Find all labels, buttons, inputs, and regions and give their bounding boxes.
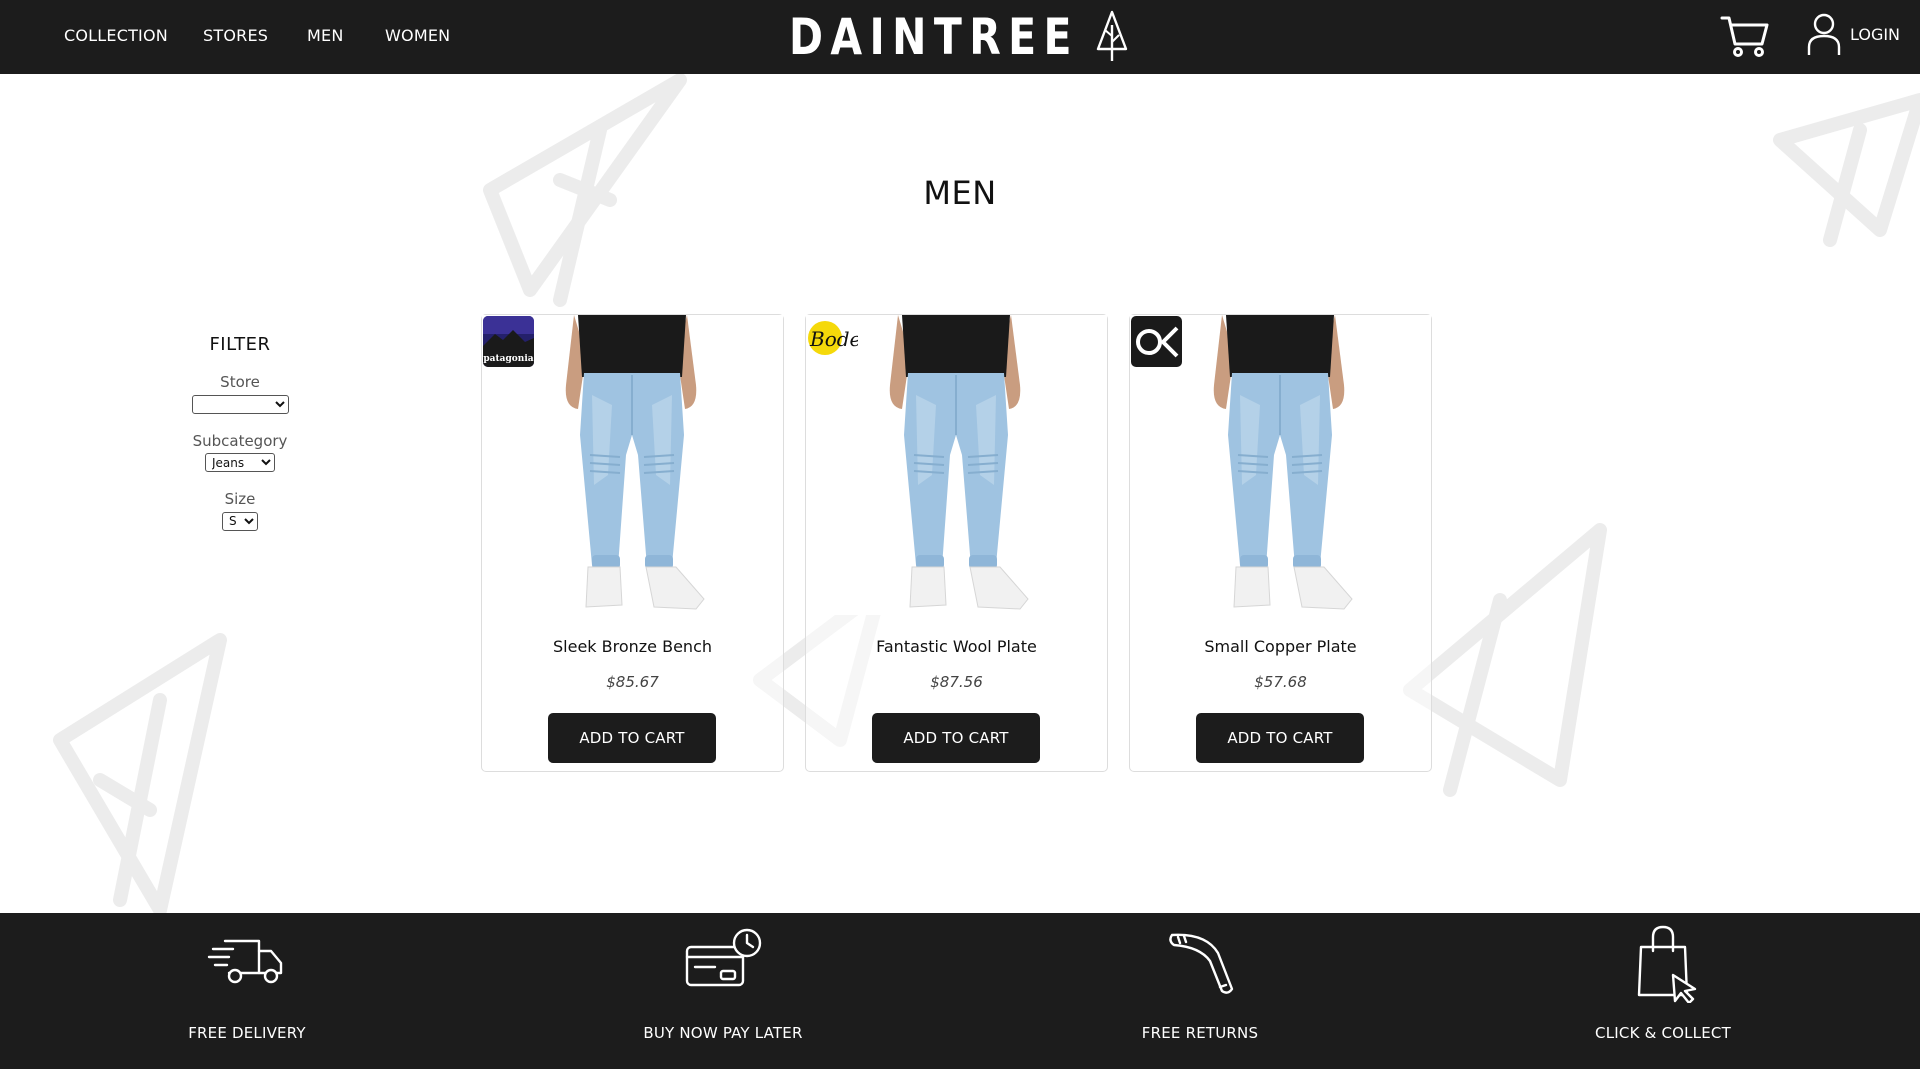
boomerang-icon	[1169, 933, 1234, 994]
svg-text:patagonia: patagonia	[483, 354, 533, 364]
user-icon	[1807, 13, 1841, 55]
product-price: $57.68	[1254, 673, 1307, 691]
size-filter-label: Size	[224, 490, 256, 508]
shopping-cart-icon	[1720, 16, 1769, 57]
perk-label: FREE RETURNS	[1141, 1024, 1259, 1042]
perk-label: FREE DELIVERY	[188, 1024, 306, 1042]
nav-link-collection[interactable]: COLLECTION	[64, 26, 168, 45]
perk-label: CLICK & COLLECT	[1595, 1024, 1731, 1042]
filter-title: FILTER	[209, 334, 271, 355]
perk-free-delivery: FREE DELIVERY	[97, 913, 397, 1069]
subcategory-filter: Subcategory Jeans	[160, 431, 320, 472]
product-name[interactable]: Small Copper Plate	[1130, 637, 1431, 656]
nav-link-men[interactable]: MEN	[307, 26, 343, 45]
delivery-truck-icon	[207, 939, 283, 984]
login-label: LOGIN	[1850, 24, 1901, 44]
add-to-cart-button[interactable]: ADD TO CART	[872, 713, 1040, 763]
add-to-cart-button[interactable]: ADD TO CART	[1196, 713, 1364, 763]
subcategory-filter-label: Subcategory	[192, 431, 288, 450]
brand-name: DAINTREE	[789, 8, 1079, 66]
store-select[interactable]	[191, 394, 289, 414]
product-card[interactable]: patagonia Sleek Bronze Bench $85.67 ADD …	[481, 314, 784, 772]
cart-button[interactable]	[1719, 10, 1771, 62]
brand-logo-ok: OK	[1131, 316, 1182, 367]
brand-logo-patagonia: patagonia	[483, 316, 534, 367]
perk-label: BUY NOW PAY LATER	[643, 1024, 803, 1042]
product-card[interactable]: OK Small Copper Plate $57.68 ADD TO CART	[1129, 314, 1432, 772]
store-filter-label: Store	[220, 373, 260, 391]
nav-link-women[interactable]: WOMEN	[385, 26, 450, 45]
shopping-bag-cursor-icon	[1637, 925, 1697, 1003]
top-navigation-bar: COLLECTION STORES MEN WOMEN DAINTREE LOG…	[0, 0, 1920, 74]
svg-text:Boden: Boden	[809, 327, 858, 351]
size-select[interactable]: S	[222, 511, 258, 531]
product-price: $87.56	[930, 673, 983, 691]
product-card[interactable]: Boden Fantastic Wool Plate $87.56 ADD TO…	[805, 314, 1108, 772]
add-to-cart-button[interactable]: ADD TO CART	[548, 713, 716, 763]
size-filter: Size S	[160, 490, 320, 531]
brand-logo[interactable]: DAINTREE	[789, 6, 1143, 68]
tree-logo-icon	[1096, 10, 1128, 61]
store-filter: Store	[160, 373, 320, 414]
product-name[interactable]: Fantastic Wool Plate	[806, 637, 1107, 656]
brand-logo-boden: Boden	[807, 316, 858, 367]
subcategory-select[interactable]: Jeans	[205, 453, 275, 472]
perk-click-and-collect: CLICK & COLLECT	[1513, 913, 1813, 1069]
login-button[interactable]: LOGIN	[1806, 11, 1900, 57]
page-title: MEN	[923, 174, 997, 212]
filter-panel: FILTER Store Subcategory Jeans Size S	[160, 334, 320, 531]
footer-perks-bar: FREE DELIVERY BUY NOW PAY LATER FREE RET	[0, 913, 1920, 1069]
nav-link-stores[interactable]: STORES	[203, 26, 268, 45]
product-price: $85.67	[606, 673, 659, 691]
perk-buy-now-pay-later: BUY NOW PAY LATER	[573, 913, 873, 1069]
credit-card-clock-icon	[685, 928, 762, 987]
product-name[interactable]: Sleek Bronze Bench	[482, 637, 783, 656]
perk-free-returns: FREE RETURNS	[1050, 913, 1350, 1069]
